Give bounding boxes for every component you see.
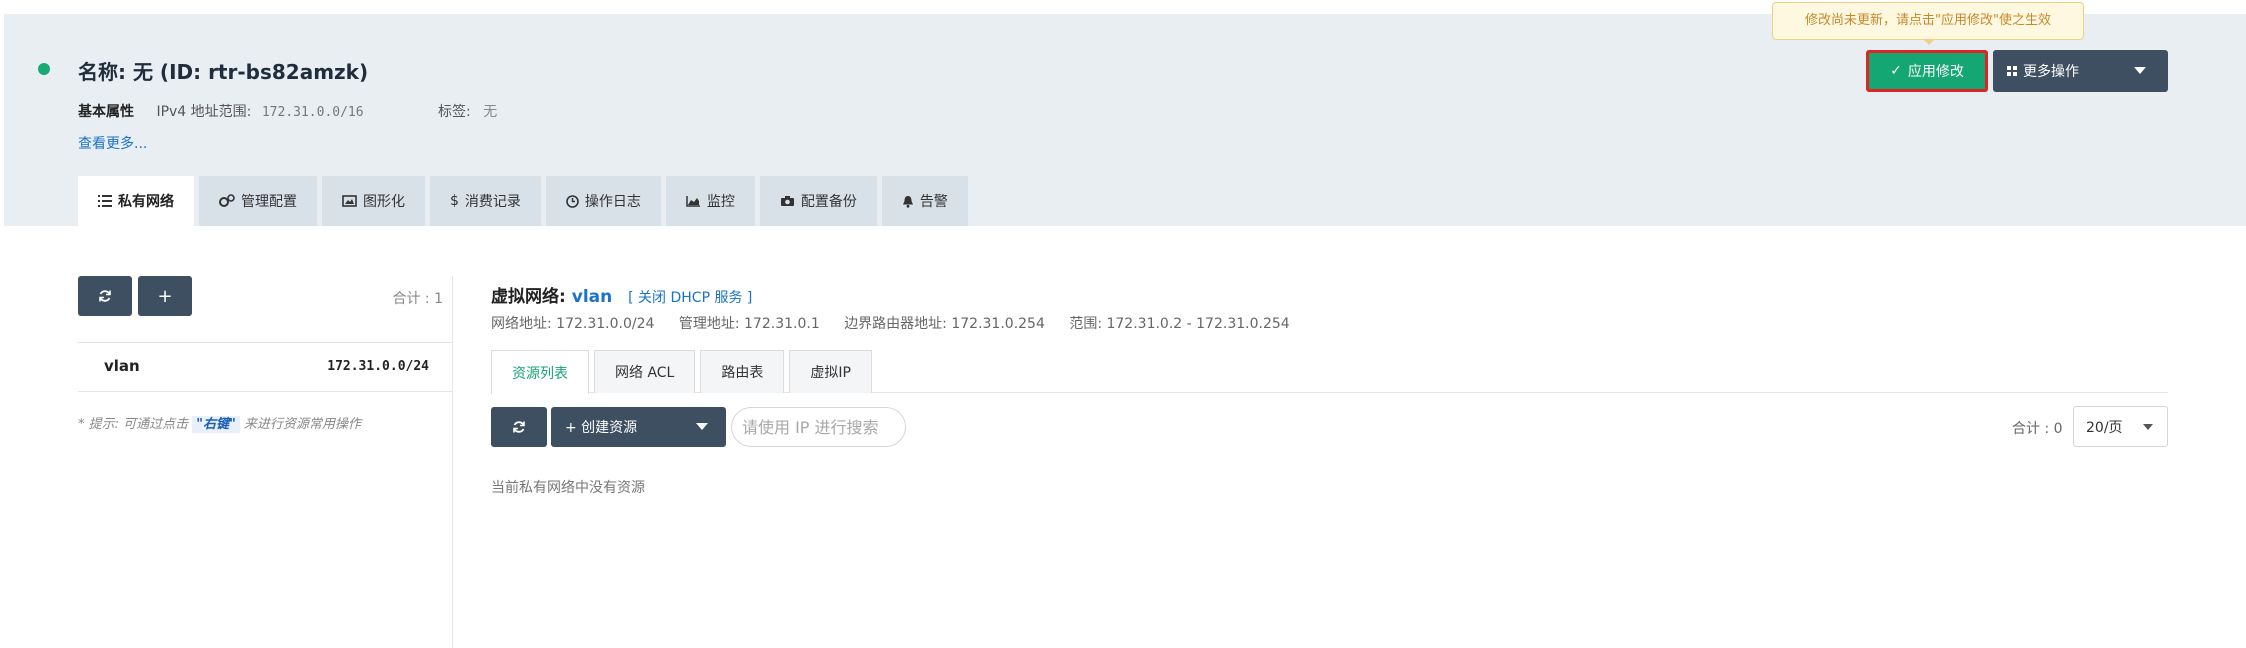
tags-value: 无: [483, 104, 498, 120]
tab-label: 监控: [706, 194, 735, 210]
vnet-name: vlan: [571, 287, 613, 307]
empty-state-text: 当前私有网络中没有资源: [491, 480, 645, 496]
image-icon: [342, 195, 357, 207]
page-size-value: 20/页: [2086, 419, 2123, 436]
vnet-title-prefix: 虚拟网络:: [491, 287, 566, 307]
caret-down-icon: [696, 423, 708, 430]
vlan-total: 合计 : 1: [392, 291, 443, 307]
view-more-link[interactable]: 查看更多...: [78, 133, 147, 153]
subtab-virtual-ip[interactable]: 虚拟IP: [789, 350, 872, 393]
resource-refresh-button[interactable]: [491, 407, 547, 447]
create-resource-dropdown[interactable]: + 创建资源: [551, 407, 726, 447]
hint-suffix: 来进行资源常用操作: [243, 417, 361, 432]
subtab-route-table[interactable]: 路由表: [700, 350, 785, 393]
page-left-strip: [0, 0, 4, 648]
ipv4-value: 172.31.0.0/16: [261, 105, 364, 120]
tab-label: 管理配置: [241, 194, 297, 210]
subtab-resource-list[interactable]: 资源列表: [491, 350, 589, 394]
net-address: 网络地址: 172.31.0.0/24: [491, 316, 655, 332]
page-size-select[interactable]: 20/页: [2073, 406, 2168, 447]
tab-alarm[interactable]: 告警: [881, 176, 968, 226]
area-chart-icon: [686, 196, 700, 207]
right-click-hint: * 提示: 可通过点击 "右键" 来进行资源常用操作: [78, 413, 361, 433]
create-resource-label: + 创建资源: [565, 420, 638, 436]
ip-search-input[interactable]: [731, 407, 906, 447]
props-label: 基本属性: [78, 104, 134, 120]
dollar-icon: $: [450, 193, 459, 209]
list-icon: [98, 195, 112, 207]
apply-changes-label: 应用修改: [1907, 64, 1964, 80]
caret-down-icon: [2134, 67, 2146, 74]
tab-label: 告警: [919, 194, 948, 210]
refresh-icon: [99, 290, 111, 302]
add-vlan-button[interactable]: +: [138, 276, 192, 316]
clock-icon: [566, 194, 579, 208]
hint-prefix: * 提示: 可通过点击: [78, 417, 189, 432]
camera-icon: [780, 196, 794, 206]
border-router-address: 边界路由器地址: 172.31.0.254: [844, 316, 1045, 332]
tab-config-backup[interactable]: 配置备份: [759, 176, 877, 226]
gears-icon: [219, 194, 235, 207]
unsaved-changes-tooltip: 修改尚未更新，请点击"应用修改"使之生效: [1772, 2, 2084, 45]
more-actions-dropdown[interactable]: 更多操作: [1993, 50, 2168, 92]
vnet-title: 虚拟网络: vlan [ 关闭 DHCP 服务 ]: [491, 282, 752, 307]
refresh-icon: [513, 421, 525, 433]
status-dot: [38, 63, 50, 75]
ipv4-label: IPv4 地址范围:: [156, 104, 252, 120]
tab-label: 私有网络: [118, 194, 174, 210]
tab-operation-log[interactable]: 操作日志: [545, 176, 661, 226]
check-icon: ✓: [1890, 63, 1902, 79]
subtabs: 资源列表 网络 ACL 路由表 虚拟IP: [491, 350, 872, 394]
bell-icon: [902, 195, 913, 208]
tab-label: 操作日志: [584, 194, 641, 210]
vlan-name: vlan: [104, 357, 140, 375]
tags-label: 标签:: [438, 104, 471, 120]
subtab-network-acl[interactable]: 网络 ACL: [594, 350, 696, 393]
grid-icon: [2007, 66, 2017, 76]
tab-label: 消费记录: [464, 194, 521, 210]
tab-monitoring[interactable]: 监控: [665, 176, 755, 226]
resource-total: 合计 : 0: [2012, 421, 2063, 437]
caret-down-icon: [2143, 424, 2153, 430]
vlan-sidebar: + 合计 : 1 vlan 172.31.0.0/24 * 提示: 可通过点击 …: [78, 276, 453, 648]
apply-changes-button[interactable]: ✓ 应用修改: [1866, 50, 1988, 92]
page-title: 名称: 无 (ID: rtr-bs82amzk): [78, 60, 369, 84]
disable-dhcp-link[interactable]: [ 关闭 DHCP 服务 ]: [628, 290, 752, 306]
tab-graph[interactable]: 图形化: [322, 176, 425, 226]
vlan-list-item[interactable]: vlan 172.31.0.0/24: [78, 342, 453, 392]
vlan-cidr: 172.31.0.0/24: [327, 359, 429, 374]
mgmt-address: 管理地址: 172.31.0.1: [678, 316, 820, 332]
panel-divider: [452, 276, 453, 648]
main-tabs: 私有网络 管理配置 图形化 $ 消费记录 操作日志 监控 配置备份 告警: [78, 176, 968, 226]
hint-keyword: "右键": [192, 416, 240, 433]
tab-management-config[interactable]: 管理配置: [199, 176, 317, 226]
basic-properties: 基本属性 IPv4 地址范围: 172.31.0.0/16 标签: 无: [78, 101, 497, 121]
ip-range: 范围: 172.31.0.2 - 172.31.0.254: [1069, 316, 1290, 332]
tab-label: 图形化: [363, 194, 405, 210]
vnet-info: 网络地址: 172.31.0.0/24 管理地址: 172.31.0.1 边界路…: [491, 313, 1290, 333]
refresh-button[interactable]: [78, 276, 132, 316]
tab-private-network[interactable]: 私有网络: [78, 176, 194, 226]
more-actions-label: 更多操作: [2023, 64, 2079, 80]
tab-label: 配置备份: [800, 194, 857, 210]
tab-billing-records[interactable]: $ 消费记录: [430, 176, 541, 226]
